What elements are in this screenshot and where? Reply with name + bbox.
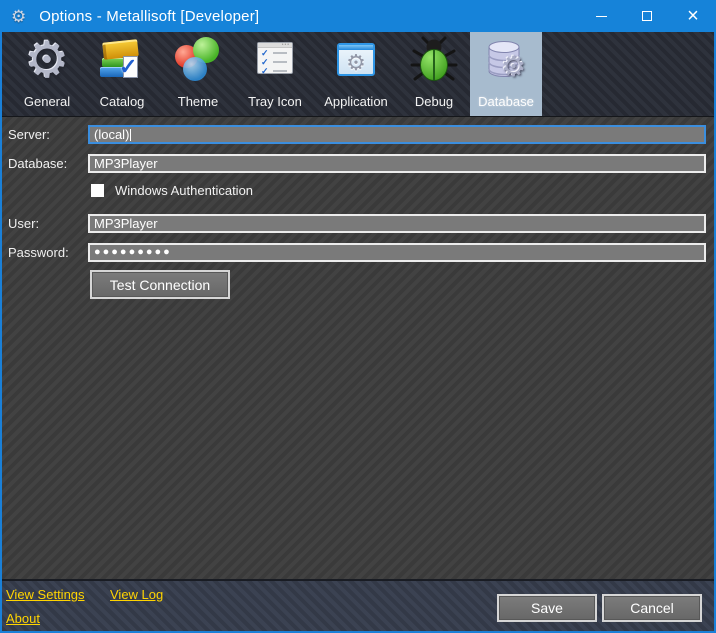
- cancel-button[interactable]: Cancel: [602, 594, 702, 622]
- user-input[interactable]: MP3Player: [88, 214, 706, 233]
- tab-label: General: [24, 94, 70, 116]
- rgb-circles-icon: [174, 36, 222, 84]
- text-caret: [130, 129, 131, 141]
- tab-theme[interactable]: Theme: [160, 32, 236, 116]
- titlebar[interactable]: ⚙ Options - Metallisoft [Developer] ×: [0, 0, 716, 32]
- password-label: Password:: [8, 245, 69, 260]
- tab-label: Catalog: [100, 94, 145, 116]
- books-stack-icon: ✓: [98, 36, 146, 84]
- app-gear-icon: ⚙: [11, 8, 26, 25]
- windows-auth-checkbox[interactable]: [91, 184, 104, 197]
- bug-icon: [410, 36, 458, 84]
- tab-debug[interactable]: Debug: [398, 32, 470, 116]
- database-label: Database:: [8, 156, 67, 171]
- view-log-link[interactable]: View Log: [110, 587, 163, 602]
- maximize-icon: [642, 11, 652, 21]
- tab-tray-icon[interactable]: ••• ✓ ✓ ✓ Tray Icon: [236, 32, 314, 116]
- windows-auth-label: Windows Authentication: [115, 183, 253, 198]
- tab-general[interactable]: ⚙ General: [10, 32, 84, 116]
- window-controls: ×: [578, 0, 716, 32]
- view-settings-link[interactable]: View Settings: [6, 587, 85, 602]
- tab-database[interactable]: ⚙ Database: [470, 32, 542, 116]
- checklist-window-icon: ••• ✓ ✓ ✓: [251, 36, 299, 84]
- maximize-button[interactable]: [624, 0, 670, 32]
- footer: View Settings View Log About Save Cancel: [2, 579, 714, 631]
- close-icon: ×: [687, 6, 699, 26]
- database-input[interactable]: MP3Player: [88, 154, 706, 173]
- save-button[interactable]: Save: [497, 594, 597, 622]
- tab-label: Tray Icon: [248, 94, 302, 116]
- tab-application[interactable]: ⚙ Application: [314, 32, 398, 116]
- tab-catalog[interactable]: ✓ Catalog: [84, 32, 160, 116]
- tab-label: Debug: [415, 94, 453, 116]
- minimize-icon: [596, 16, 607, 17]
- server-input[interactable]: (local): [88, 125, 706, 144]
- database-gear-icon: ⚙: [482, 36, 530, 84]
- test-connection-button[interactable]: Test Connection: [90, 270, 230, 299]
- user-label: User:: [8, 216, 39, 231]
- about-link[interactable]: About: [6, 611, 40, 626]
- options-toolbar: ⚙ General ✓ Catalog Theme: [2, 32, 714, 117]
- window-title: Options - Metallisoft [Developer]: [39, 8, 259, 25]
- tab-label: Application: [324, 94, 388, 116]
- close-button[interactable]: ×: [670, 0, 716, 32]
- tab-label: Theme: [178, 94, 218, 116]
- minimize-button[interactable]: [578, 0, 624, 32]
- password-input[interactable]: ●●●●●●●●●: [88, 243, 706, 262]
- gear-icon: ⚙: [23, 36, 71, 84]
- tab-label: Database: [478, 94, 534, 116]
- options-window: ⚙ Options - Metallisoft [Developer] × ⚙ …: [0, 0, 716, 633]
- server-label: Server:: [8, 127, 50, 142]
- window-gear-icon: ⚙: [332, 36, 380, 84]
